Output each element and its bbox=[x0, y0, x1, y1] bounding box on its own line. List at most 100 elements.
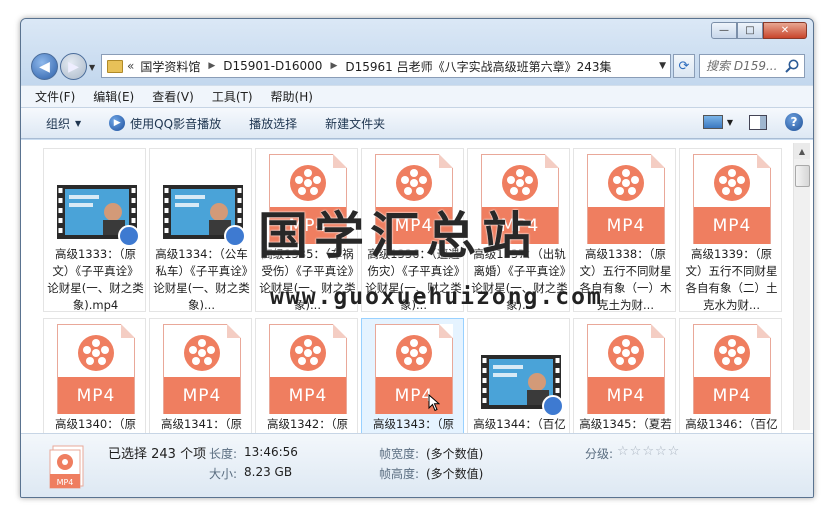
menu-tools[interactable]: 工具(T) bbox=[212, 88, 253, 105]
mp4-badge: MP4 bbox=[482, 207, 558, 244]
page-fold bbox=[333, 154, 347, 168]
file-item[interactable]: MP4 高级1340：（原文）五行不同财星各自有象 bbox=[43, 318, 146, 433]
menu-help[interactable]: 帮助(H) bbox=[271, 88, 313, 105]
search-box[interactable] bbox=[699, 54, 805, 78]
page-fold bbox=[545, 154, 559, 168]
file-item[interactable]: MP4 高级1346：（百亿富翁）五行不同财星各自有象 bbox=[679, 318, 782, 433]
back-button[interactable]: ◀ bbox=[31, 53, 58, 80]
organize-button[interactable]: 组织 ▼ bbox=[46, 115, 81, 132]
forward-button[interactable]: ▶ bbox=[60, 53, 87, 80]
film-reel-icon bbox=[502, 165, 538, 201]
mp4-badge: MP4 bbox=[588, 207, 664, 244]
file-item[interactable]: MP4 高级1345：（夏若剑体火）五行不同财星各自有象 bbox=[573, 318, 676, 433]
file-name: 高级1335：（车祸受伤）《子平真诠》论财星(一、财之类象)... bbox=[259, 247, 356, 312]
file-item[interactable]: 高级1334：（公车私车）《子平真诠》论财星(一、财之类象)... bbox=[149, 148, 252, 312]
film-reel-icon bbox=[608, 165, 644, 201]
file-item[interactable]: MP4 高级1339：（原文）五行不同财星各自有象（二）土克水为财... bbox=[679, 148, 782, 312]
qq-play-button[interactable]: ▶ 使用QQ影音播放 bbox=[109, 115, 221, 132]
file-item[interactable]: MP4 高级1335：（车祸受伤）《子平真诠》论财星(一、财之类象)... bbox=[255, 148, 358, 312]
minimize-button[interactable]: — bbox=[711, 22, 737, 39]
film-reel-icon bbox=[714, 335, 750, 371]
document-shape: MP4 bbox=[375, 324, 453, 414]
menu-file[interactable]: 文件(F) bbox=[35, 88, 75, 105]
file-name: 高级1341：（原文）五行不同财星各自有象 bbox=[160, 417, 243, 431]
selection-count: 已选择 243 个项 bbox=[108, 447, 207, 462]
film-reel-icon bbox=[396, 165, 432, 201]
preview-pane-icon[interactable] bbox=[749, 114, 767, 130]
close-button[interactable]: ✕ bbox=[763, 22, 807, 39]
scroll-up-icon[interactable]: ▲ bbox=[794, 143, 810, 159]
vertical-scrollbar[interactable]: ▲ bbox=[793, 143, 810, 430]
file-item[interactable]: MP4 高级1338：（原文）五行不同财星各自有象（一）木克土为财... bbox=[573, 148, 676, 312]
page-fold bbox=[757, 154, 771, 168]
mp4-badge: MP4 bbox=[588, 377, 664, 414]
scroll-thumb[interactable] bbox=[795, 165, 810, 187]
new-folder-button[interactable]: 新建文件夹 bbox=[325, 115, 385, 132]
film-reel-icon bbox=[290, 335, 326, 371]
maximize-button[interactable]: □ bbox=[737, 22, 763, 39]
star-icon[interactable]: ☆ bbox=[617, 444, 630, 459]
qq-player-icon bbox=[118, 225, 140, 247]
file-item[interactable]: 高级1344：（百亿富翁）五行不同财星各自有象 bbox=[467, 318, 570, 433]
breadcrumb-item[interactable]: 国学资料馆 bbox=[140, 58, 200, 75]
play-selected-button[interactable]: 播放选择 bbox=[249, 115, 297, 132]
command-bar: 组织 ▼ ▶ 使用QQ影音播放 播放选择 新建文件夹 ▼ ? bbox=[21, 107, 813, 139]
menu-view[interactable]: 查看(V) bbox=[152, 88, 194, 105]
page-fold bbox=[333, 324, 347, 338]
search-input[interactable] bbox=[706, 56, 786, 76]
help-icon[interactable]: ? bbox=[785, 113, 803, 131]
file-item[interactable]: MP4 高级1336：（遭遇伤灾）《子平真诠》论财星(一、财之类象)... bbox=[361, 148, 464, 312]
mp4-file-icon: MP4 bbox=[49, 445, 84, 489]
organize-label: 组织 bbox=[46, 116, 71, 131]
file-name: 高级1336：（遭遇伤灾）《子平真诠》论财星(一、财之类象)... bbox=[365, 247, 462, 312]
file-name: 高级1346：（百亿富翁）五行不同财星各自有象 bbox=[685, 417, 778, 431]
document-shape: MP4 bbox=[481, 154, 559, 244]
frame-height-value: (多个数值) bbox=[426, 467, 484, 481]
mp4-file-icon: MP4 bbox=[587, 324, 665, 414]
chevron-down-icon: ▼ bbox=[75, 118, 82, 128]
address-bar[interactable]: « 国学资料馆 ▶ D15901-D16000 ▶ D15961 吕老师《八字实… bbox=[101, 54, 671, 78]
file-name: 高级1333：（原文）《子平真诠》论财星(一、财之类象).mp4 bbox=[47, 247, 144, 312]
breadcrumb-chevron-icon[interactable]: ▶ bbox=[208, 61, 215, 71]
recent-pages-chevron-down-icon[interactable]: ▼ bbox=[89, 63, 95, 72]
file-item[interactable]: MP4 高级1343：（原文）五行不同财星各自有象 bbox=[361, 318, 464, 433]
forward-arrow-icon: ▶ bbox=[68, 58, 79, 75]
mp4-badge: MP4 bbox=[694, 207, 770, 244]
breadcrumb-overflow[interactable]: « bbox=[127, 59, 134, 73]
breadcrumb-item[interactable]: D15901-D16000 bbox=[223, 59, 322, 73]
qq-player-icon bbox=[224, 225, 246, 247]
mouse-cursor-icon bbox=[428, 394, 440, 412]
view-chevron-down-icon[interactable]: ▼ bbox=[727, 118, 733, 127]
breadcrumb-chevron-icon[interactable]: ▶ bbox=[330, 61, 337, 71]
mp4-file-icon: MP4 bbox=[269, 154, 347, 244]
search-icon[interactable] bbox=[784, 58, 800, 74]
film-reel-icon bbox=[78, 335, 114, 371]
file-item[interactable]: MP4 高级1341：（原文）五行不同财星各自有象 bbox=[149, 318, 252, 433]
breadcrumb-item[interactable]: D15961 吕老师《八字实战高级班第六章》243集 bbox=[345, 58, 611, 75]
mp4-file-icon: MP4 bbox=[481, 154, 559, 244]
film-reel-icon bbox=[714, 165, 750, 201]
mp4-file-icon: MP4 bbox=[57, 324, 135, 414]
file-name: 高级1345：（夏若剑体火）五行不同财星各自有象 bbox=[579, 417, 672, 431]
folder-icon bbox=[107, 59, 123, 73]
star-icon[interactable]: ☆ bbox=[655, 444, 668, 459]
file-item[interactable]: MP4 高级1337：（出轨离婚）《子平真诠》论财星(一、财之类象)... bbox=[467, 148, 570, 312]
file-view[interactable]: 高级1333：（原文）《子平真诠》论财星(一、财之类象).mp4 高级1334：（… bbox=[21, 140, 813, 433]
address-chevron-down-icon[interactable]: ▼ bbox=[659, 61, 666, 71]
refresh-button[interactable]: ⟳ bbox=[673, 54, 695, 78]
menu-edit[interactable]: 编辑(E) bbox=[93, 88, 134, 105]
file-name: 高级1337：（出轨离婚）《子平真诠》论财星(一、财之类象)... bbox=[471, 247, 568, 312]
star-icon[interactable]: ☆ bbox=[642, 444, 655, 459]
frame-width-label: 帧宽度: bbox=[379, 447, 420, 461]
view-controls: ▼ ? bbox=[702, 113, 803, 131]
file-item[interactable]: MP4 高级1342：（原文）五行不同财星各自有象 bbox=[255, 318, 358, 433]
star-icon[interactable]: ☆ bbox=[668, 444, 681, 459]
change-view-icon[interactable] bbox=[702, 115, 723, 129]
document-shape: MP4 bbox=[587, 324, 665, 414]
frame-width-value: (多个数值) bbox=[426, 447, 484, 461]
file-item[interactable]: 高级1333：（原文）《子平真诠》论财星(一、财之类象).mp4 bbox=[43, 148, 146, 312]
refresh-icon: ⟳ bbox=[678, 58, 690, 74]
rating-stars[interactable]: ☆☆☆☆☆ bbox=[617, 444, 680, 459]
star-icon[interactable]: ☆ bbox=[630, 444, 643, 459]
file-name: 高级1338：（原文）五行不同财星各自有象（一）木克土为财... bbox=[579, 247, 672, 312]
